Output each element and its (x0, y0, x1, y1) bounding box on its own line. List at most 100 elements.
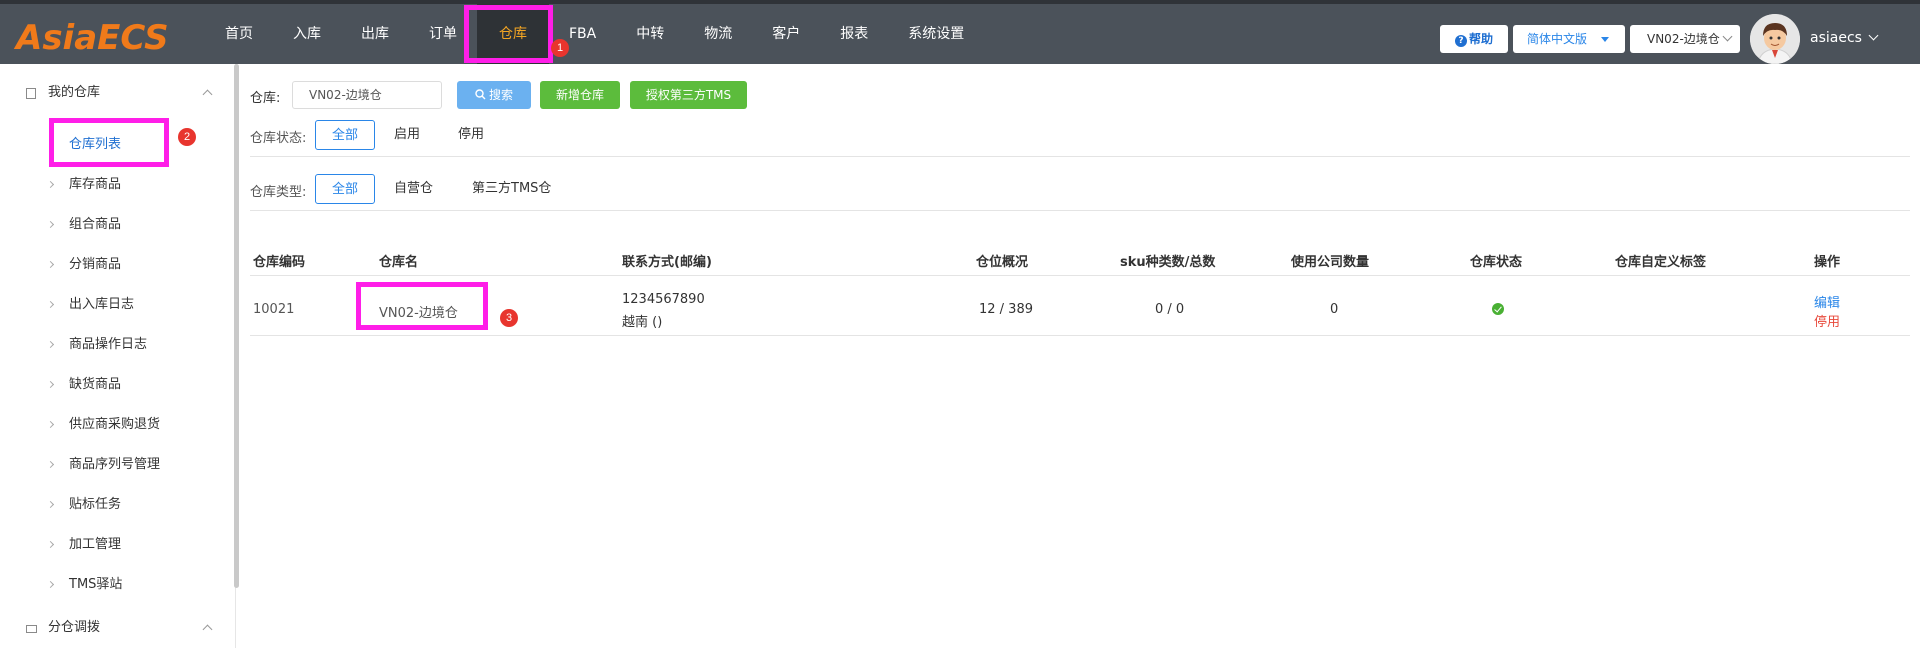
sidebar-group-label: 分仓调拨 (48, 620, 101, 635)
avatar[interactable] (1750, 14, 1800, 64)
divider (250, 156, 1910, 157)
annotation-badge-1: 1 (551, 39, 569, 57)
sidebar-item-processing[interactable]: 加工管理 (0, 530, 230, 560)
caret-down-icon (1601, 37, 1609, 42)
annotation-badge-3: 3 (500, 309, 518, 327)
status-filter-all[interactable]: 全部 (315, 120, 375, 150)
nav-inbound[interactable]: 入库 (273, 4, 341, 64)
chevron-right-icon (46, 340, 55, 349)
chevron-right-icon (46, 420, 55, 429)
sidebar-item-label: 缺货商品 (69, 377, 122, 392)
sidebar-item-label: 仓库列表 (69, 137, 122, 152)
table-header-divider (250, 275, 1910, 276)
sidebar-item-label: 供应商采购退货 (69, 417, 161, 432)
sidebar-item-label: 出入库日志 (69, 297, 135, 312)
sidebar-item-label: 分销商品 (69, 257, 122, 272)
sidebar-item-tms-station[interactable]: TMS驿站 (0, 570, 230, 600)
warehouse-filter-label: 仓库: (250, 91, 281, 106)
column-header-tags: 仓库自定义标签 (1615, 255, 1707, 270)
sidebar-group-allocation[interactable]: 分仓调拨 (0, 612, 230, 644)
type-filter-self-operated[interactable]: 自营仓 (394, 174, 433, 204)
divider (250, 210, 1910, 211)
column-header-companies: 使用公司数量 (1291, 255, 1370, 270)
top-bar: AsiaECS 首页 入库 出库 订单 仓库 FBA 中转 物流 客户 报表 系… (0, 0, 1920, 64)
add-warehouse-button[interactable]: 新增仓库 (540, 81, 620, 109)
search-icon (475, 89, 486, 100)
sidebar-item-inventory[interactable]: 库存商品 (0, 170, 230, 200)
chevron-right-icon (46, 460, 55, 469)
chevron-right-icon (46, 580, 55, 589)
logo[interactable]: AsiaECS (16, 18, 169, 58)
nav-warehouse[interactable]: 仓库 (477, 4, 549, 64)
status-filter-enabled[interactable]: 启用 (394, 120, 420, 150)
chevron-up-icon (202, 624, 213, 635)
warehouse-search-input[interactable]: VN02-边境仓 (292, 81, 442, 109)
sidebar: 我的仓库 仓库列表 库存商品 组合商品 分销商品 出入库日志 商品操作日志 缺货… (0, 64, 236, 648)
sidebar-item-label: 库存商品 (69, 177, 122, 192)
nav-orders[interactable]: 订单 (409, 4, 477, 64)
sidebar-item-label: 加工管理 (69, 537, 122, 552)
sidebar-item-label: 商品操作日志 (69, 337, 148, 352)
column-header-status: 仓库状态 (1470, 255, 1523, 270)
sidebar-group-label: 我的仓库 (48, 85, 101, 100)
cell-code: 10021 (253, 302, 295, 317)
chevron-right-icon (46, 220, 55, 229)
column-header-actions: 操作 (1814, 255, 1841, 270)
nav-logistics[interactable]: 物流 (684, 4, 752, 64)
column-header-code: 仓库编码 (253, 255, 306, 270)
sidebar-scrollbar[interactable] (234, 64, 239, 588)
chevron-down-icon (1868, 30, 1879, 41)
main-nav: 首页 入库 出库 订单 仓库 FBA 中转 物流 客户 报表 系统设置 (205, 4, 984, 64)
status-filter-disabled[interactable]: 停用 (458, 120, 484, 150)
language-label: 简体中文版 (1527, 32, 1588, 46)
sidebar-group-my-warehouse[interactable]: 我的仓库 (0, 77, 230, 109)
type-filter-third-party-tms[interactable]: 第三方TMS仓 (472, 174, 551, 204)
warehouse-select-value: VN02-边境仓 (1647, 32, 1720, 46)
sidebar-item-product-log[interactable]: 商品操作日志 (0, 330, 230, 360)
status-enabled-icon (1492, 303, 1504, 315)
cell-name: VN02-边境仓 (379, 306, 458, 321)
nav-customers[interactable]: 客户 (752, 4, 820, 64)
chevron-right-icon (46, 540, 55, 549)
sidebar-item-serial-numbers[interactable]: 商品序列号管理 (0, 450, 230, 480)
annotation-badge-2: 2 (178, 128, 196, 146)
sidebar-item-labeling-tasks[interactable]: 贴标任务 (0, 490, 230, 520)
user-menu[interactable]: asiaecs (1810, 30, 1879, 46)
warehouse-select[interactable]: VN02-边境仓 (1630, 25, 1740, 53)
type-filter-all[interactable]: 全部 (315, 174, 375, 204)
cell-companies: 0 (1330, 302, 1339, 317)
nav-settings[interactable]: 系统设置 (888, 4, 984, 64)
search-button[interactable]: 搜索 (457, 81, 531, 109)
edit-link[interactable]: 编辑 (1814, 292, 1840, 311)
authorize-tms-button[interactable]: 授权第三方TMS (630, 81, 747, 109)
cell-sku: 0 / 0 (1155, 302, 1185, 317)
chevron-right-icon (46, 260, 55, 269)
sidebar-item-label: 商品序列号管理 (69, 457, 161, 472)
sidebar-item-stock-log[interactable]: 出入库日志 (0, 290, 230, 320)
sidebar-item-distribution[interactable]: 分销商品 (0, 250, 230, 280)
chevron-right-icon (46, 380, 55, 389)
table-row-divider (250, 335, 1910, 336)
cell-locations: 12 / 389 (979, 302, 1033, 317)
search-button-label: 搜索 (488, 88, 513, 102)
nav-home[interactable]: 首页 (205, 4, 273, 64)
chevron-right-icon (46, 500, 55, 509)
nav-outbound[interactable]: 出库 (341, 4, 409, 64)
chevron-right-icon (46, 300, 55, 309)
sidebar-item-label: TMS驿站 (69, 577, 123, 592)
column-header-name: 仓库名 (379, 255, 419, 270)
sidebar-item-bundles[interactable]: 组合商品 (0, 210, 230, 240)
language-dropdown[interactable]: 简体中文版 (1513, 25, 1625, 53)
nav-reports[interactable]: 报表 (820, 4, 888, 64)
sidebar-item-supplier-returns[interactable]: 供应商采购退货 (0, 410, 230, 440)
nav-transfer[interactable]: 中转 (616, 4, 684, 64)
username: asiaecs (1810, 30, 1862, 46)
truck-icon (26, 625, 37, 633)
sidebar-item-out-of-stock[interactable]: 缺货商品 (0, 370, 230, 400)
column-header-locations: 仓位概况 (976, 255, 1029, 270)
chevron-down-icon (1722, 31, 1733, 42)
disable-link[interactable]: 停用 (1814, 311, 1840, 330)
column-header-contact: 联系方式(邮编) (622, 255, 712, 270)
help-button[interactable]: ? 帮助 (1440, 25, 1508, 53)
chevron-right-icon (46, 180, 55, 189)
